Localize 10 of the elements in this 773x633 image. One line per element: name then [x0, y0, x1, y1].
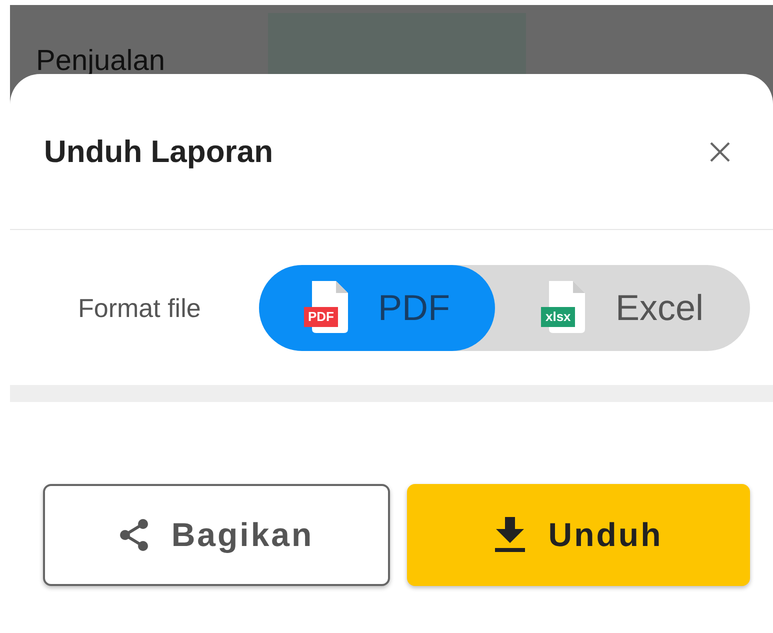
close-icon[interactable] [709, 140, 731, 162]
download-icon [494, 517, 526, 553]
share-button[interactable]: Bagikan [43, 484, 390, 586]
format-label: Format file [78, 292, 202, 324]
format-option[interactable]: PDF PDF [259, 265, 495, 351]
format-option[interactable]: xlsx Excel [495, 265, 750, 351]
share-icon [119, 518, 150, 552]
row-label: Penjualan [36, 45, 165, 78]
sheet-title: Unduh Laporan [44, 134, 274, 170]
download-button[interactable]: Unduh [407, 484, 750, 586]
